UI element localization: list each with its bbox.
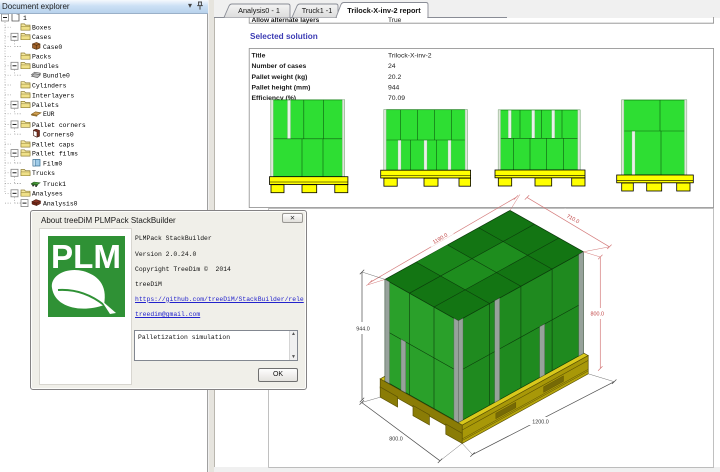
svg-text:Number of cases: Number of cases <box>252 63 307 70</box>
svg-text:Analysis0: Analysis0 <box>43 201 78 208</box>
svg-text:Pallet weight (kg): Pallet weight (kg) <box>252 74 308 81</box>
svg-text:True: True <box>388 17 402 24</box>
svg-text:Analyses: Analyses <box>32 191 63 198</box>
svg-text:800.0: 800.0 <box>591 312 605 318</box>
svg-text:1200.0: 1200.0 <box>532 420 549 426</box>
svg-text:Pallet caps: Pallet caps <box>32 142 74 149</box>
svg-text:Selected solution: Selected solution <box>250 32 318 41</box>
svg-text:PLM: PLM <box>51 238 121 275</box>
svg-text:70.09: 70.09 <box>388 95 405 102</box>
svg-text:Interlayers: Interlayers <box>32 92 74 99</box>
svg-text:Film0: Film0 <box>43 160 62 167</box>
svg-text:20.2: 20.2 <box>388 74 401 81</box>
svg-text:Case0: Case0 <box>43 44 62 51</box>
svg-text:Truck1: Truck1 <box>43 181 66 188</box>
svg-text:24: 24 <box>388 63 396 70</box>
svg-text:944: 944 <box>388 84 400 91</box>
svg-text:800.0: 800.0 <box>389 437 403 443</box>
svg-text:Bundles: Bundles <box>32 63 59 70</box>
svg-text:Bundle0: Bundle0 <box>43 73 70 80</box>
svg-text:Cylinders: Cylinders <box>32 82 67 89</box>
svg-text:Pallets: Pallets <box>32 102 59 109</box>
svg-text:944.0: 944.0 <box>356 327 370 333</box>
svg-text:Corners0: Corners0 <box>43 132 74 139</box>
svg-text:Pallet height (mm): Pallet height (mm) <box>252 84 311 91</box>
svg-text:Pallet corners: Pallet corners <box>32 122 86 129</box>
svg-text:Pallet films: Pallet films <box>32 151 78 158</box>
svg-text:Allow alternate layers: Allow alternate layers <box>252 17 320 24</box>
svg-text:Trilock-X-inv-2: Trilock-X-inv-2 <box>388 53 432 60</box>
svg-text:Boxes: Boxes <box>32 25 51 32</box>
svg-text:EUR: EUR <box>43 111 55 118</box>
svg-text:Packs: Packs <box>32 54 51 61</box>
svg-text:Trucks: Trucks <box>32 170 55 177</box>
svg-text:1: 1 <box>23 15 27 22</box>
svg-text:Title: Title <box>252 53 266 60</box>
svg-text:Cases: Cases <box>32 34 51 41</box>
